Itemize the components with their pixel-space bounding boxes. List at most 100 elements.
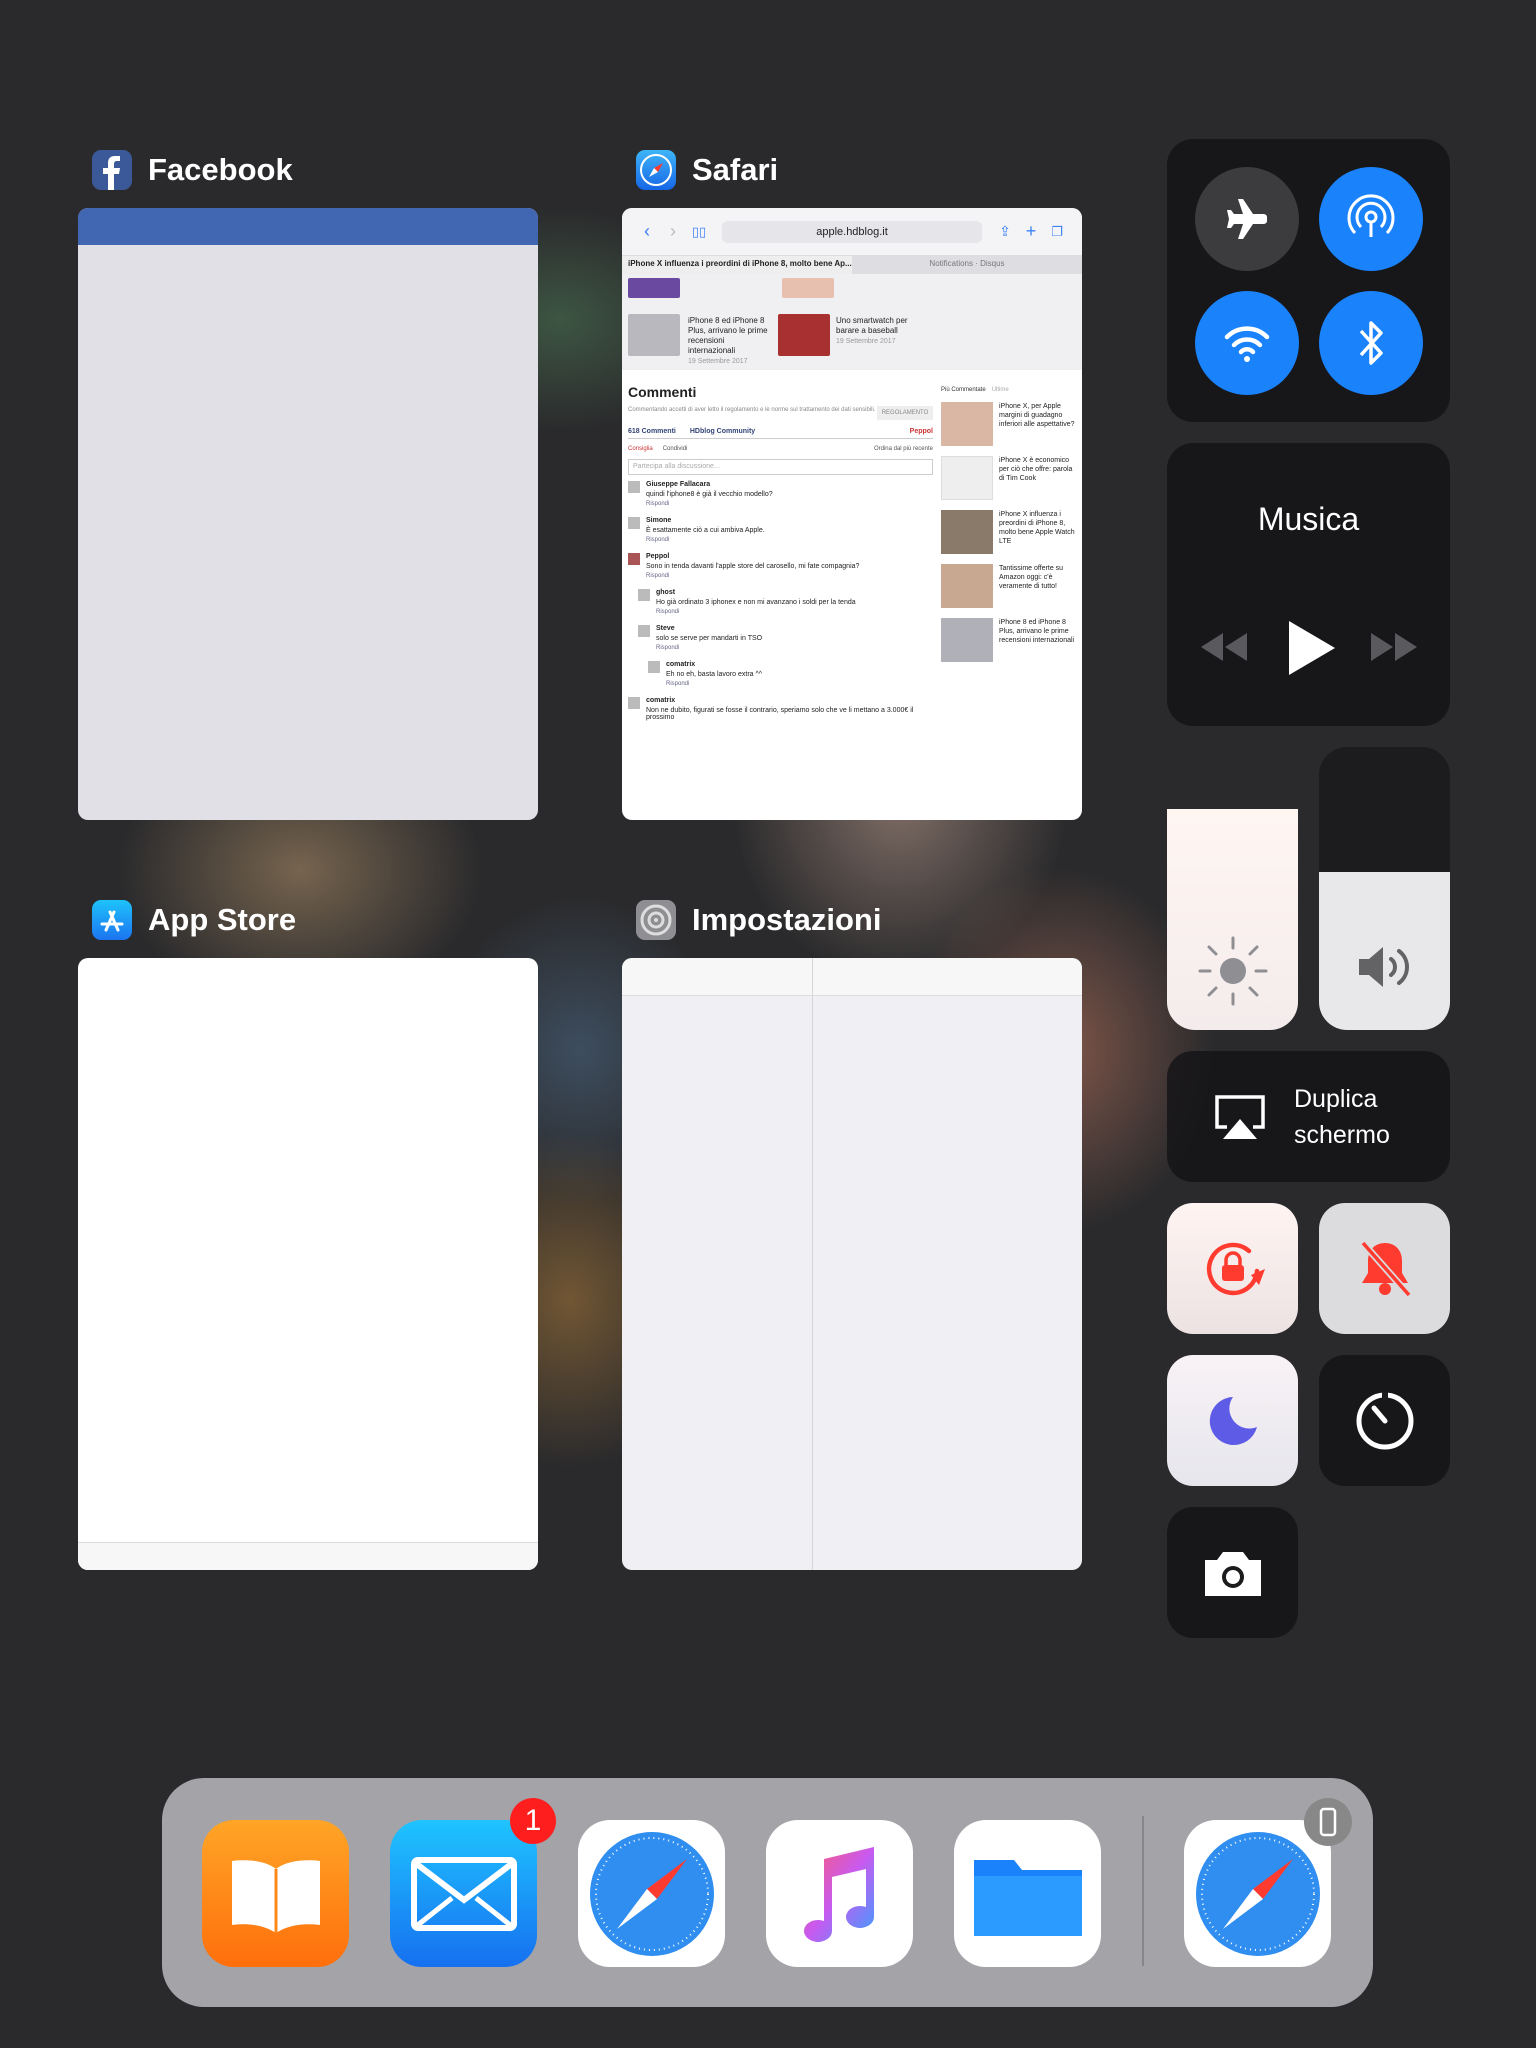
facebook-icon <box>92 150 132 190</box>
app-store-icon <box>92 900 132 940</box>
app-preview-settings[interactable] <box>622 958 1082 1570</box>
music-module[interactable]: Musica <box>1167 443 1450 726</box>
sidebar-article: Tantissime offerte su Amazon oggi: c'è v… <box>941 564 1076 608</box>
do-not-disturb-button[interactable] <box>1167 1355 1298 1486</box>
page-body: Commenti Commentando accetti di aver let… <box>622 370 1082 731</box>
safari-toolbar: ‹ › ▯▯ apple.hdblog.it ⇪ + ❐ <box>622 208 1082 256</box>
comment-input: Partecipa alla discussione... <box>628 459 933 475</box>
compass-icon <box>1195 1831 1320 1956</box>
forward-icon: › <box>670 221 676 241</box>
comment: comatrix Eh no eh, basta lavoro extra ^^ R… <box>648 661 933 687</box>
comment: comatrix Non ne dubito, figurati se fosse… <box>628 697 933 721</box>
screen-mirroring-button[interactable]: Duplica schermo <box>1167 1051 1450 1182</box>
tabs-icon: ❐ <box>1051 223 1063 239</box>
camera-icon <box>1204 1551 1261 1596</box>
article-title: Uno smartwatch per barare a baseball 19 S… <box>836 316 908 345</box>
rules-button: REGOLAMENTO <box>877 406 933 420</box>
app-title-safari: Safari <box>636 150 1082 190</box>
bluetooth-icon <box>1359 321 1383 365</box>
mirror-label: Duplica schermo <box>1294 1085 1390 1149</box>
comment: Peppol Sono in tenda davanti l'apple stor… <box>628 553 933 579</box>
comments-section: Commenti Commentando accetti di aver let… <box>628 370 933 731</box>
app-name: Safari <box>692 152 779 187</box>
other-tab: Notifications · Disqus <box>929 259 1005 268</box>
split-divider <box>812 958 813 1570</box>
wifi-icon <box>1224 326 1270 362</box>
dock-separator <box>1142 1816 1144 1966</box>
airplay-icon <box>1215 1095 1265 1139</box>
play-icon[interactable] <box>1285 619 1337 677</box>
timer-icon <box>1356 1391 1413 1449</box>
comments-title: Commenti <box>628 384 697 400</box>
timer-button[interactable] <box>1319 1355 1450 1486</box>
comment: Steve solo se serve per mandarti in TSO Ri… <box>638 625 933 651</box>
app-card-settings[interactable]: Impostazioni <box>622 900 1082 1570</box>
comment: Giuseppe Fallacara quindi l'iphone8 è già… <box>628 481 933 507</box>
airdrop-icon <box>1347 194 1395 237</box>
app-title-app-store: App Store <box>92 900 538 940</box>
brightness-slider[interactable] <box>1167 747 1298 1030</box>
brightness-icon <box>1198 936 1268 1006</box>
mail-badge: 1 <box>510 1798 556 1844</box>
orientation-lock-button[interactable] <box>1167 1203 1298 1334</box>
safari-tab-bar: iPhone X influenza i preordini di iPhone… <box>622 256 1082 274</box>
bluetooth-button[interactable] <box>1319 291 1423 395</box>
article-thumbnail <box>778 314 830 356</box>
dock-app-mail[interactable] <box>390 1820 537 1967</box>
music-label: Musica <box>1257 501 1360 537</box>
sidebar-article: iPhone X influenza i preordini di iPhone… <box>941 510 1076 554</box>
address-bar: apple.hdblog.it <box>722 220 982 243</box>
rewind-icon[interactable] <box>1197 629 1251 665</box>
comment: ghost Ho già ordinato 3 iphonex e non mi … <box>638 589 933 615</box>
moon-icon <box>1209 1396 1257 1445</box>
connectivity-module <box>1167 139 1450 422</box>
dock-app-ibooks[interactable] <box>202 1820 349 1967</box>
share-icon: ⇪ <box>999 223 1011 239</box>
related-articles: iPhone 8 ed iPhone 8 Plus, arrivano le p… <box>622 274 1082 370</box>
app-preview-facebook[interactable] <box>78 208 538 820</box>
airplane-icon <box>1227 199 1267 239</box>
dock-recent-safari[interactable] <box>1184 1820 1331 1967</box>
app-card-app-store[interactable]: App Store <box>78 900 538 1570</box>
sidebar-tabs: Più Commentate Ultime <box>941 387 1009 393</box>
comment: Simone È esattamente ciò a cui ambiva App… <box>628 517 933 543</box>
camera-button[interactable] <box>1167 1507 1298 1638</box>
comment-actions: Consiglia Condividi Ordina dal più recen… <box>628 446 933 452</box>
music-note-icon <box>803 1846 874 1942</box>
dock-app-safari[interactable] <box>578 1820 725 1967</box>
comments-note: Commentando accetti di aver letto il reg… <box>628 407 876 413</box>
app-card-safari[interactable]: Safari ‹ › ▯▯ apple.hdblog.it ⇪ + ❐ iPho… <box>622 150 1082 820</box>
airdrop-button[interactable] <box>1319 167 1423 271</box>
silent-mode-button[interactable] <box>1319 1203 1450 1334</box>
bell-muted-icon <box>1359 1240 1412 1297</box>
volume-slider[interactable] <box>1319 747 1450 1030</box>
app-preview-app-store[interactable] <box>78 958 538 1570</box>
back-icon: ‹ <box>644 221 650 241</box>
folder-icon <box>973 1859 1082 1936</box>
phone-icon <box>1319 1807 1337 1837</box>
sidebar-article: iPhone 8 ed iPhone 8 Plus, arrivano le p… <box>941 618 1076 662</box>
article-title: iPhone 8 ed iPhone 8 Plus, arrivano le p… <box>688 316 768 365</box>
active-tab: iPhone X influenza i preordini di iPhone… <box>622 256 852 274</box>
app-name: Impostazioni <box>692 902 882 937</box>
app-preview-safari[interactable]: ‹ › ▯▯ apple.hdblog.it ⇪ + ❐ iPhone X in… <box>622 208 1082 820</box>
orientation-lock-icon <box>1206 1242 1265 1295</box>
compass-icon <box>589 1831 714 1956</box>
dock-app-music[interactable] <box>766 1820 913 1967</box>
app-card-facebook[interactable]: Facebook <box>78 150 538 820</box>
handoff-device-badge <box>1304 1798 1352 1846</box>
app-title-facebook: Facebook <box>92 150 538 190</box>
envelope-icon <box>410 1856 517 1931</box>
book-icon <box>231 1859 320 1933</box>
airplane-mode-button[interactable] <box>1195 167 1299 271</box>
fast-forward-icon[interactable] <box>1367 629 1421 665</box>
new-tab-icon: + <box>1025 221 1037 241</box>
facebook-navbar <box>78 208 538 245</box>
app-name: App Store <box>148 902 297 937</box>
sidebar-article: iPhone X, per Apple margini di guadagno … <box>941 402 1076 446</box>
article-thumbnail <box>628 278 680 298</box>
wifi-button[interactable] <box>1195 291 1299 395</box>
app-name: Facebook <box>148 152 293 187</box>
dock: 1 <box>162 1778 1373 2007</box>
dock-app-files[interactable] <box>954 1820 1101 1967</box>
